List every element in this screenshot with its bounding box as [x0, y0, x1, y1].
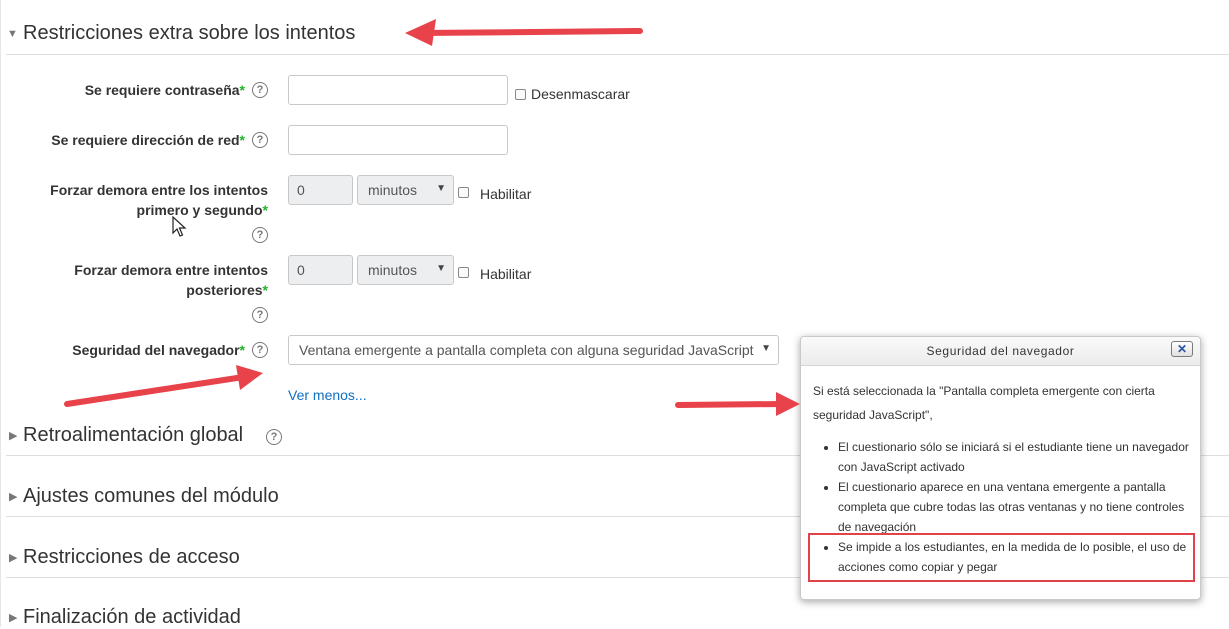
arrow-to-section-title-icon [405, 19, 643, 46]
annotation-arrows [64, 19, 800, 416]
arrow-to-popup-icon [675, 392, 800, 416]
arrow-to-help-icon [64, 365, 263, 407]
